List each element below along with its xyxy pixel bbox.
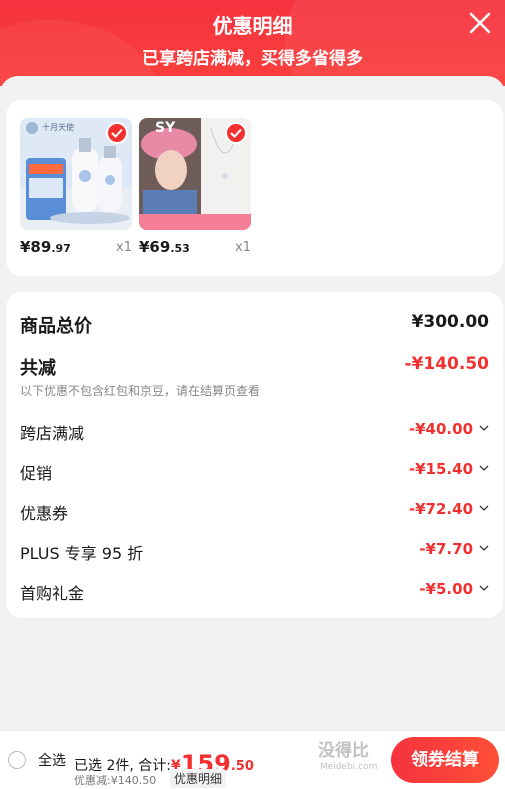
- product-image[interactable]: 十月天使: [20, 118, 132, 230]
- bottom-bar: 全选 已选 2件, 合计:¥159.50 优惠减:¥140.50 优惠明细 领券…: [0, 730, 505, 789]
- watermark: 没得比: [318, 741, 369, 761]
- total-reduction-row: 共减 -¥140.50: [20, 350, 490, 379]
- total-price-label: 商品总价: [20, 316, 92, 337]
- close-icon[interactable]: [467, 10, 493, 36]
- chevron-down-icon[interactable]: [479, 584, 489, 592]
- product-price: ¥69.53: [139, 238, 190, 256]
- product-item[interactable]: SY ¥69.53 x1: [139, 118, 251, 256]
- products-card: 十月天使 ¥89.97 x1 SY ¥69.53 x1: [6, 100, 503, 276]
- total-price-value: ¥300.00: [411, 312, 489, 332]
- discount-row-cross-store[interactable]: 跨店满减 -¥40.00: [20, 416, 489, 444]
- select-all-checkbox[interactable]: [8, 751, 26, 769]
- discount-row-plus[interactable]: PLUS 专享 95 折 -¥7.70: [20, 536, 489, 564]
- total-reduction-label: 共减: [20, 358, 56, 379]
- product-image-brand: SY: [155, 120, 176, 136]
- checked-icon[interactable]: [106, 122, 128, 144]
- discount-row-first-purchase[interactable]: 首购礼金 -¥5.00: [20, 576, 489, 604]
- page-title: 优惠明细: [212, 14, 293, 38]
- chevron-down-icon[interactable]: [479, 424, 489, 432]
- chevron-down-icon[interactable]: [479, 504, 489, 512]
- product-image[interactable]: SY: [139, 118, 251, 230]
- watermark-sub: Meidebi.com: [320, 762, 378, 772]
- total-reduction-value: -¥140.50: [404, 354, 490, 374]
- discount-note: 以下优惠不包含红包和京豆，请在结算页查看: [20, 384, 261, 398]
- discount-row-promotion[interactable]: 促销 -¥15.40: [20, 456, 489, 484]
- select-all-label[interactable]: 全选: [38, 750, 66, 770]
- total-amount-dec: .50: [230, 759, 254, 774]
- chevron-down-icon[interactable]: [479, 544, 489, 552]
- checkout-button[interactable]: 领券结算: [391, 737, 499, 783]
- product-image-brand: 十月天使: [42, 123, 74, 132]
- product-price: ¥89.97: [20, 238, 71, 256]
- header-banner: 优惠明细 已享跨店满减，买得多省得多: [0, 0, 505, 86]
- discount-row-coupon[interactable]: 优惠券 -¥72.40: [20, 496, 489, 524]
- checked-icon[interactable]: [225, 122, 247, 144]
- product-qty: x1: [235, 240, 251, 255]
- header-curve: [0, 76, 505, 100]
- reduced-amount: 优惠减:¥140.50: [74, 774, 157, 787]
- chevron-down-icon[interactable]: [479, 464, 489, 472]
- product-qty: x1: [116, 240, 132, 255]
- total-price-row: 商品总价 ¥300.00: [20, 308, 489, 337]
- discount-details-card: 商品总价 ¥300.00 共减 -¥140.50 以下优惠不包含红包和京豆，请在…: [6, 292, 503, 618]
- page-subtitle: 已享跨店满减，买得多省得多: [142, 49, 363, 69]
- discount-detail-toggle[interactable]: 优惠明细: [170, 769, 227, 788]
- product-item[interactable]: 十月天使 ¥89.97 x1: [20, 118, 132, 256]
